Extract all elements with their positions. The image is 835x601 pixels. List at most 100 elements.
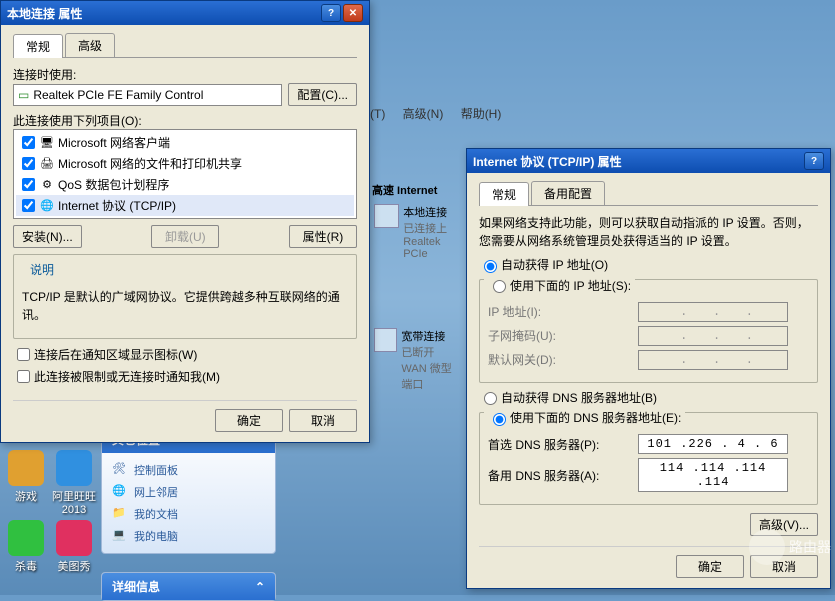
notify-label: 连接后在通知区域显示图标(W) xyxy=(34,346,197,363)
dns-auto-label: 自动获得 DNS 服务器地址(B) xyxy=(501,389,657,406)
limited-checkbox-row[interactable]: 此连接被限制或无连接时通知我(M) xyxy=(13,367,357,386)
desktop-icon[interactable]: 阿里旺旺2013 xyxy=(52,450,96,516)
tabs: 常规 高级 xyxy=(13,33,357,58)
item-checkbox[interactable] xyxy=(22,178,35,191)
tab-advanced[interactable]: 高级 xyxy=(65,33,115,57)
close-button[interactable]: ✕ xyxy=(343,4,363,22)
connection-item[interactable]: 本地连接 已连接上 Realtek PCIe xyxy=(370,200,465,264)
meitu-icon xyxy=(56,520,92,556)
connection-status: 已连接上 xyxy=(403,220,461,236)
dns-manual-radio[interactable] xyxy=(493,413,506,426)
sidebar-details: 详细信息 ⌃ xyxy=(101,572,276,601)
tab-alternate[interactable]: 备用配置 xyxy=(531,181,605,205)
desktop-icon-label: 游戏 xyxy=(4,488,48,504)
watermark-text: 路由器 xyxy=(789,537,831,557)
ip-auto-radio[interactable] xyxy=(484,260,497,273)
uninstall-button[interactable]: 卸载(U) xyxy=(151,225,219,248)
network-item[interactable]: 🖥Microsoft 网络客户端 xyxy=(16,132,354,153)
properties-button[interactable]: 属性(R) xyxy=(289,225,357,248)
limited-checkbox[interactable] xyxy=(17,370,30,383)
items-label: 此连接使用下列项目(O): xyxy=(13,112,357,129)
ip-manual-radio[interactable] xyxy=(493,280,506,293)
titlebar[interactable]: Internet 协议 (TCP/IP) 属性 ? xyxy=(467,149,830,173)
menu-item[interactable]: 帮助(H) xyxy=(461,107,502,121)
dns2-input[interactable]: 114 .114 .114 .114 xyxy=(638,458,788,492)
dns-manual-label: 使用下面的 DNS 服务器地址(E): xyxy=(510,409,681,426)
network-icon: 🌐 xyxy=(112,484,128,500)
ip-address-label: IP 地址(I): xyxy=(488,303,638,320)
network-item-selected[interactable]: 🌐Internet 协议 (TCP/IP) xyxy=(16,195,354,216)
menu-item[interactable]: (T) xyxy=(370,107,385,121)
sidebar-header[interactable]: 详细信息 ⌃ xyxy=(102,573,275,600)
network-item[interactable]: ⚙QoS 数据包计划程序 xyxy=(16,174,354,195)
documents-icon: 📁 xyxy=(112,506,128,522)
tcpip-properties-dialog: Internet 协议 (TCP/IP) 属性 ? 常规 备用配置 如果网络支持… xyxy=(466,148,831,589)
collapse-icon[interactable]: ⌃ xyxy=(255,580,265,594)
subnet-mask-label: 子网掩码(U): xyxy=(488,327,638,344)
protocol-icon: 🌐 xyxy=(39,198,55,214)
notify-checkbox-row[interactable]: 连接后在通知区域显示图标(W) xyxy=(13,345,357,364)
dns-auto-radio[interactable] xyxy=(484,392,497,405)
limited-label: 此连接被限制或无连接时通知我(M) xyxy=(34,368,220,385)
adapter-icon: ▭ xyxy=(18,88,29,102)
service-icon: 🖨 xyxy=(39,156,55,172)
notify-checkbox[interactable] xyxy=(17,348,30,361)
configure-button[interactable]: 配置(C)... xyxy=(288,83,357,106)
connection-icon xyxy=(374,328,397,352)
connections-panel: 高速 Internet 本地连接 已连接上 Realtek PCIe 宽带连接 … xyxy=(370,180,465,396)
network-items-list[interactable]: 🖥Microsoft 网络客户端 🖨Microsoft 网络的文件和打印机共享 … xyxy=(13,129,357,219)
titlebar[interactable]: 本地连接 属性 ? ✕ xyxy=(1,1,369,25)
tab-general[interactable]: 常规 xyxy=(479,182,529,206)
connect-using-label: 连接时使用: xyxy=(13,66,357,83)
menubar: (T) 高级(N) 帮助(H) xyxy=(370,105,515,122)
ip-auto-row[interactable]: 自动获得 IP 地址(O) xyxy=(479,256,818,273)
dns-manual-row[interactable]: 使用下面的 DNS 服务器地址(E): xyxy=(484,409,685,426)
item-checkbox[interactable] xyxy=(22,199,35,212)
ip-auto-label: 自动获得 IP 地址(O) xyxy=(501,256,608,273)
dns1-input[interactable]: 101 .226 . 4 . 6 xyxy=(638,434,788,454)
item-label: Microsoft 网络客户端 xyxy=(58,134,170,151)
wangwang-icon xyxy=(56,450,92,486)
dialog-title: 本地连接 属性 xyxy=(7,5,82,22)
sidebar-link-label: 我的文档 xyxy=(134,506,178,522)
router-icon xyxy=(749,529,785,565)
install-button[interactable]: 安装(N)... xyxy=(13,225,82,248)
dialog-title: Internet 协议 (TCP/IP) 属性 xyxy=(473,153,622,170)
sidebar-other-places: 其它位置 ⌃ 🛠控制面板 🌐网上邻居 📁我的文档 💻我的电脑 xyxy=(101,425,276,554)
subnet-mask-input: . . . xyxy=(638,326,788,346)
item-checkbox[interactable] xyxy=(22,136,35,149)
gateway-label: 默认网关(D): xyxy=(488,351,638,368)
help-button[interactable]: ? xyxy=(804,152,824,170)
ok-button[interactable]: 确定 xyxy=(676,555,744,578)
network-item[interactable]: 🖨Microsoft 网络的文件和打印机共享 xyxy=(16,153,354,174)
qos-icon: ⚙ xyxy=(39,177,55,193)
connection-icon xyxy=(374,204,399,228)
connection-name: 宽带连接 xyxy=(401,328,461,344)
tab-general[interactable]: 常规 xyxy=(13,34,63,58)
desktop-icon[interactable]: 美图秀 xyxy=(52,520,96,574)
desktop-icon-label: 美图秀 xyxy=(52,558,96,574)
computer-icon: 💻 xyxy=(112,528,128,544)
item-checkbox[interactable] xyxy=(22,157,35,170)
desktop-icon-label: 杀毒 xyxy=(4,558,48,574)
connection-device: WAN 微型端口 xyxy=(401,360,461,392)
sidebar-link-computer[interactable]: 💻 我的电脑 xyxy=(112,525,265,547)
connection-device: Realtek PCIe xyxy=(403,236,461,260)
desktop-icon[interactable]: 游戏 xyxy=(4,450,48,504)
sidebar-link-network[interactable]: 🌐 网上邻居 xyxy=(112,481,265,503)
sidebar-link-label: 网上邻居 xyxy=(134,484,178,500)
ip-manual-row[interactable]: 使用下面的 IP 地址(S): xyxy=(484,277,635,294)
help-button[interactable]: ? xyxy=(321,4,341,22)
item-label: Internet 协议 (TCP/IP) xyxy=(58,197,176,214)
ip-address-input: . . . xyxy=(638,302,788,322)
connection-item[interactable]: 宽带连接 已断开 WAN 微型端口 xyxy=(370,324,465,396)
connection-name: 本地连接 xyxy=(403,204,461,220)
ok-button[interactable]: 确定 xyxy=(215,409,283,432)
sidebar-link-label: 我的电脑 xyxy=(134,528,178,544)
cancel-button[interactable]: 取消 xyxy=(289,409,357,432)
dns-auto-row[interactable]: 自动获得 DNS 服务器地址(B) xyxy=(479,389,818,406)
menu-item[interactable]: 高级(N) xyxy=(403,107,444,121)
desktop-icon[interactable]: 杀毒 xyxy=(4,520,48,574)
sidebar-link-documents[interactable]: 📁 我的文档 xyxy=(112,503,265,525)
sidebar-link-control-panel[interactable]: 🛠控制面板 xyxy=(112,459,265,481)
